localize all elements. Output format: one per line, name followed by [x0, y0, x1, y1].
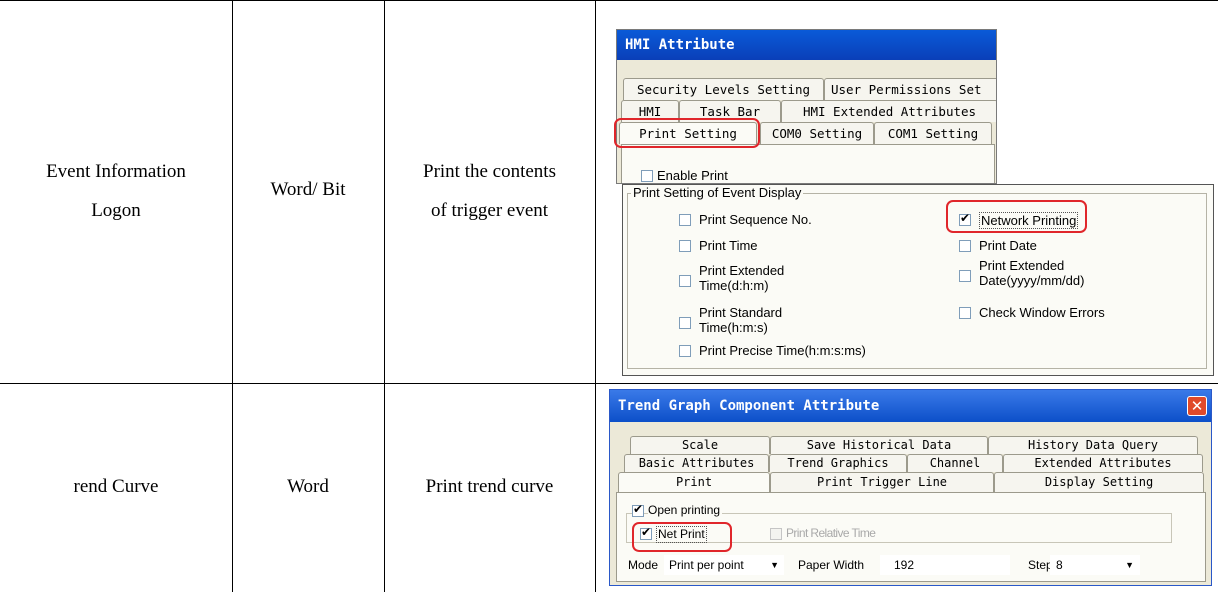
net-print-highlight	[632, 522, 732, 552]
tab-com1-setting[interactable]: COM1 Setting	[874, 122, 992, 144]
trend-graph-dialog: Trend Graph Component Attribute ✕ Scale …	[609, 389, 1212, 586]
print-standard-time-checkbox[interactable]	[679, 317, 691, 329]
print-time-checkbox[interactable]	[679, 240, 691, 252]
step-value: 8	[1056, 558, 1063, 572]
table-top-border	[0, 0, 1218, 1]
print-relative-time-label: Print Relative Time	[786, 526, 876, 540]
close-button[interactable]: ✕	[1187, 396, 1207, 416]
open-printing-checkbox[interactable]	[632, 502, 644, 517]
close-icon: ✕	[1190, 397, 1204, 415]
print-sequence-checkbox[interactable]	[679, 214, 691, 226]
check-window-errors-label: Check Window Errors	[979, 305, 1105, 320]
paper-width-input[interactable]: 192	[880, 555, 1010, 575]
tab-com0-setting[interactable]: COM0 Setting	[760, 122, 874, 144]
tab-extended-attributes[interactable]: Extended Attributes	[1003, 454, 1203, 472]
trend-dialog-titlebar: Trend Graph Component Attribute	[610, 390, 1211, 422]
data-type-cell: Word/ Bit	[270, 179, 346, 200]
print-precise-time-label: Print Precise Time(h:m:s:ms)	[699, 343, 866, 358]
description-line1: Print the contents	[423, 161, 556, 182]
trend-dialog-title: Trend Graph Component Attribute	[618, 398, 880, 414]
group-title: Print Setting of Event Display	[631, 185, 804, 200]
tab-display-setting[interactable]: Display Setting	[994, 472, 1204, 492]
data-type-cell-2: Word	[287, 476, 329, 497]
print-extended-date-label: Print Extended Date(yyyy/mm/dd)	[979, 258, 1085, 288]
print-setting-highlight	[614, 118, 760, 148]
event-name-cell: Event Information Logon	[0, 152, 232, 230]
tab-print[interactable]: Print	[618, 472, 770, 492]
tab-print-trigger-line[interactable]: Print Trigger Line	[770, 472, 994, 492]
tab-trend-graphics[interactable]: Trend Graphics	[769, 454, 907, 472]
mode-select[interactable]: Print per point ▼	[664, 555, 784, 575]
tab-security-levels[interactable]: Security Levels Setting	[623, 78, 824, 100]
print-precise-time-checkbox[interactable]	[679, 345, 691, 357]
paper-width-label: Paper Width	[798, 558, 865, 572]
tab-scale[interactable]: Scale	[630, 436, 770, 454]
description-line2: of trigger event	[430, 200, 549, 221]
tab-basic-attributes[interactable]: Basic Attributes	[624, 454, 769, 472]
print-setting-group-panel: Print Setting of Event Display Print Seq…	[622, 184, 1214, 376]
tab-hmi-extended[interactable]: HMI Extended Attributes	[781, 100, 996, 122]
network-printing-highlight	[946, 200, 1087, 233]
tab-user-permissions[interactable]: User Permissions Set	[824, 78, 996, 100]
event-name-cell-2: rend Curve	[73, 476, 159, 497]
row-divider	[0, 383, 1218, 384]
check-window-errors-checkbox[interactable]	[959, 307, 971, 319]
dialog-title: HMI Attribute	[625, 37, 735, 53]
enable-print-checkbox[interactable]	[641, 170, 653, 182]
print-date-checkbox[interactable]	[959, 240, 971, 252]
print-relative-time-checkbox[interactable]	[770, 528, 782, 540]
tab-save-historical-data[interactable]: Save Historical Data	[770, 436, 988, 454]
tab-channel[interactable]: Channel	[907, 454, 1003, 472]
event-name-line1: Event Information	[46, 161, 186, 182]
hmi-attribute-dialog: HMI Attribute Security Levels Setting Us…	[616, 29, 997, 184]
chevron-down-icon: ▼	[1125, 560, 1134, 570]
print-date-label: Print Date	[979, 238, 1037, 253]
dialog-titlebar: HMI Attribute	[617, 30, 996, 60]
chevron-down-icon: ▼	[770, 560, 779, 570]
print-extended-time-label: Print Extended Time(d:h:m)	[699, 263, 785, 293]
enable-print-label: Enable Print	[657, 168, 728, 183]
step-select[interactable]: 8 ▼	[1050, 555, 1140, 575]
print-extended-date-checkbox[interactable]	[959, 270, 971, 282]
mode-label: Mode	[628, 558, 659, 572]
step-label: Step	[1028, 558, 1053, 572]
description-cell-2: Print trend curve	[425, 476, 554, 497]
paper-width-value: 192	[894, 558, 915, 572]
description-cell: Print the contents of trigger event	[384, 152, 595, 230]
print-time-label: Print Time	[699, 238, 758, 253]
event-name-line2: Logon	[91, 200, 141, 221]
mode-value: Print per point	[669, 558, 744, 572]
print-standard-time-label: Print Standard Time(h:m:s)	[699, 305, 783, 335]
open-printing-label: Open printing	[648, 503, 723, 518]
tab-history-data-query[interactable]: History Data Query	[988, 436, 1198, 454]
print-extended-time-checkbox[interactable]	[679, 275, 691, 287]
print-sequence-label: Print Sequence No.	[699, 212, 812, 227]
column-divider-3	[595, 0, 596, 592]
